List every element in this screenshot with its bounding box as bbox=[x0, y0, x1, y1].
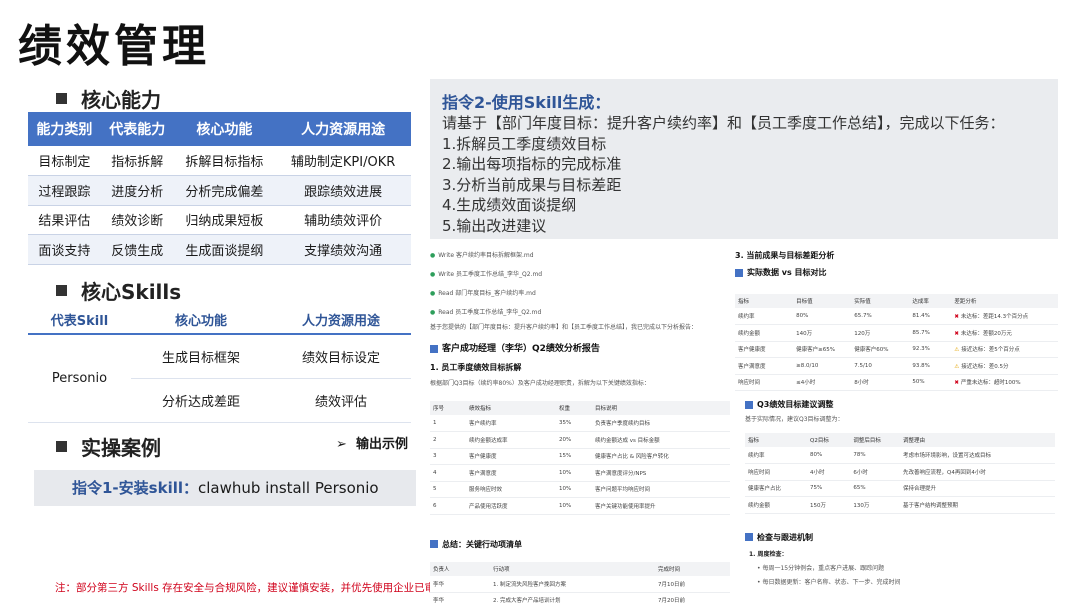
command-1-box: 指令1-安装skill：clawhub install Personio bbox=[34, 470, 416, 506]
table-header: 代表Skill bbox=[28, 306, 131, 335]
chart-icon bbox=[745, 400, 753, 409]
table-header: 代表能力 bbox=[100, 112, 174, 146]
report-intro: 基于您提供的【部门年度目标：提升客户续约率】和【员工季度工作总结】，我已完成以下… bbox=[430, 324, 698, 331]
adjust-title: Q3绩效目标建议调整 bbox=[735, 399, 1058, 410]
table-row: 目标制定 指标拆解 拆解目标指标 辅助制定KPI/OKR bbox=[28, 146, 411, 176]
table-row: 健康客户占比 75% 65% 保持合理提升 bbox=[745, 480, 1055, 497]
table-row: 李华 1. 制定流失风险客户挽回方案 7月10日前 bbox=[430, 575, 730, 593]
log-line: ● Write 员工季度工作总结_李华_Q2.md bbox=[430, 271, 543, 278]
table-row: 客户满意度 ≥8.0/10 7.5/10 93.8% ⚠ 接近达标：差0.5分 bbox=[735, 357, 1058, 375]
table-row: 5 服务响应时效 10% 客户问题平均响应时间 bbox=[430, 481, 730, 498]
chart-icon bbox=[430, 344, 438, 353]
adjust-table: 指标 Q2目标 调整后目标 调整理由 续约率 80% 78% 考虑市场环境影响，设置可达成目… bbox=[745, 433, 1055, 514]
table-row: 续约率 80% 65.7% 81.4% ✖ 未达标：差距14.3个百分点 bbox=[735, 308, 1058, 325]
core-skills-heading: 核心Skills bbox=[56, 276, 181, 305]
chart-icon bbox=[735, 268, 743, 277]
instruction-box: 指令2-使用Skill生成： 请基于【部门年度目标：提升客户续约率】和【员工季度… bbox=[430, 79, 1058, 239]
table-row: 4 客户满意度 10% 客户满意度评分/NPS bbox=[430, 464, 730, 482]
summary-title: 总结：关键行动项清单 bbox=[430, 539, 730, 550]
table-row: 续约金额 150万 130万 基于客户结构调整预期 bbox=[745, 496, 1055, 514]
checklist-icon bbox=[745, 533, 753, 541]
table-header: 人力资源用途 bbox=[275, 112, 411, 146]
table-row: 响应时间 ≤4小时 8小时 50% ✖ 严重未达标：超时100% bbox=[735, 374, 1058, 391]
arrow-right-icon: ➢ bbox=[336, 437, 356, 452]
report-screenshot: ● Write 客户续约率目标拆解框架.md ● Write 员工季度工作总结_李华… bbox=[430, 244, 1058, 608]
report-title: 客户成功经理（李华）Q2绩效分析报告 bbox=[430, 341, 730, 354]
table-header: 核心功能 bbox=[173, 112, 276, 146]
status-dot-icon: ● bbox=[430, 271, 436, 278]
risk-note: 注：部分第三方 Skills 存在安全与合规风险，建议谨慎安装，并优先使用企业已… bbox=[55, 582, 478, 594]
section-3-title: 3. 当前成果与目标差距分析 bbox=[735, 251, 835, 260]
table-row: 面谈支持 反馈生成 生成面谈提纲 支撑绩效沟通 bbox=[28, 234, 411, 265]
core-ability-heading: 核心能力 bbox=[56, 84, 161, 113]
log-line: ● Write 客户续约率目标拆解框架.md bbox=[430, 252, 534, 259]
section-1-desc: 根据部门Q3目标（续约率80%）及客户成功经理职责，拆解为以下关键绩效指标： bbox=[430, 380, 650, 387]
log-line: ● Read 员工季度工作总结_李华_Q2.md bbox=[430, 309, 542, 316]
table-row: 响应时间 4小时 6小时 先改善响应流程，Q4再回到4小时 bbox=[745, 463, 1055, 481]
check-item: • 每周一15分钟例会，重点客户进展、跟踪问题 bbox=[757, 564, 885, 572]
adjust-desc: 基于实际情况，建议Q3目标调整为： bbox=[745, 416, 844, 423]
gap-table: 指标 目标值 实际值 达成率 差距分析 续约率 80% 65.7% 81.4% ✖ 未达标：差距… bbox=[735, 294, 1058, 391]
instruction-line: 3.分析当前成果与目标差距 bbox=[442, 175, 622, 194]
page-title: 绩效管理 bbox=[18, 21, 210, 72]
actual-vs-target-title: 实际数据 vs 目标对比 bbox=[735, 267, 1058, 278]
check-item: • 每日数据更新：客户名称、状态、下一步、完成时间 bbox=[757, 578, 901, 586]
table-row: 客户健康度 健康客户≥65% 健康客户60% 92.3% ⚠ 接近达标：差5个百分点 bbox=[735, 341, 1058, 358]
report-left-column: ● Write 客户续约率目标拆解框架.md ● Write 员工季度工作总结_李华… bbox=[430, 244, 730, 608]
output-example-label: ➢ 输出示例 bbox=[336, 437, 408, 452]
table-row: 续约率 80% 78% 考虑市场环境影响，设置可达成目标 bbox=[745, 447, 1055, 464]
log-line: ● Read 部门年度目标_客户续约率.md bbox=[430, 290, 536, 297]
table-header: 能力类别 bbox=[28, 112, 101, 146]
instruction-line: 4.生成绩效面谈提纲 bbox=[442, 196, 577, 214]
core-ability-table: 能力类别 代表能力 核心功能 人力资源用途 目标制定 指标拆解 拆解目标指标 辅助制定… bbox=[28, 112, 411, 265]
bullet-square-icon bbox=[56, 441, 67, 452]
check-title: 检查与跟进机制 bbox=[735, 532, 1058, 543]
table-header: 核心功能 bbox=[130, 306, 271, 335]
instruction-line: 请基于【部门年度目标：提升客户续约率】和【员工季度工作总结】，完成以下任务： bbox=[442, 114, 1005, 132]
list-icon bbox=[430, 540, 438, 548]
skill-name: Personio bbox=[28, 334, 131, 423]
bullet-square-icon bbox=[56, 93, 67, 104]
core-skills-table: 代表Skill 核心功能 人力资源用途 Personio 生成目标框架 绩效目标… bbox=[28, 306, 411, 423]
case-heading: 实操案例 bbox=[56, 432, 161, 461]
table-header: 人力资源用途 bbox=[270, 306, 411, 335]
table-row: 6 产品使用活跃度 10% 客户关键功能使用率提升 bbox=[430, 497, 730, 515]
table-row: 结果评估 绩效诊断 归纳成果短板 辅助绩效评价 bbox=[28, 205, 411, 235]
kpi-table: 序号 绩效指标 权重 目标说明 1 客户续约率 35% 负责客户季度续约目标 2 续约金额达成… bbox=[430, 401, 730, 515]
instruction-heading: 指令2-使用Skill生成： bbox=[442, 93, 611, 112]
table-row: 3 客户健康度 15% 健康客户占比 & 风险客户转化 bbox=[430, 448, 730, 465]
table-row: Personio 生成目标框架 绩效目标设定 bbox=[28, 334, 411, 423]
report-right-column: 3. 当前成果与目标差距分析 实际数据 vs 目标对比 指标 目标值 实际值 达成率差… bbox=[735, 244, 1058, 586]
table-row: 过程跟踪 进度分析 分析完成偏差 跟踪绩效进展 bbox=[28, 175, 411, 206]
table-row: 续约金额 140万 120万 85.7% ✖ 未达标：差额20万元 bbox=[735, 324, 1058, 342]
status-dot-icon: ● bbox=[430, 290, 436, 297]
table-row: 李华 2. 完成大客户产品培训计划 7月20日前 bbox=[430, 592, 730, 608]
instruction-line: 5.输出改进建议 bbox=[442, 216, 547, 235]
table-row: 2 续约金额达成率 20% 续约金额达成 vs 目标金额 bbox=[430, 431, 730, 449]
instruction-line: 2.输出每项指标的完成标准 bbox=[442, 155, 622, 173]
status-dot-icon: ● bbox=[430, 252, 436, 259]
check-sub: 1. 周度检查： bbox=[749, 550, 788, 558]
status-dot-icon: ● bbox=[430, 309, 436, 316]
bullet-square-icon bbox=[56, 285, 67, 296]
action-table: 负责人 行动项 完成时间 李华 1. 制定流失风险客户挽回方案 7月10日前 李华 2. … bbox=[430, 561, 730, 608]
table-row: 1 客户续约率 35% 负责客户季度续约目标 bbox=[430, 415, 730, 432]
section-1-title: 1. 员工季度绩效目标拆解 bbox=[430, 363, 522, 372]
instruction-line: 1.拆解员工季度绩效目标 bbox=[442, 134, 607, 153]
